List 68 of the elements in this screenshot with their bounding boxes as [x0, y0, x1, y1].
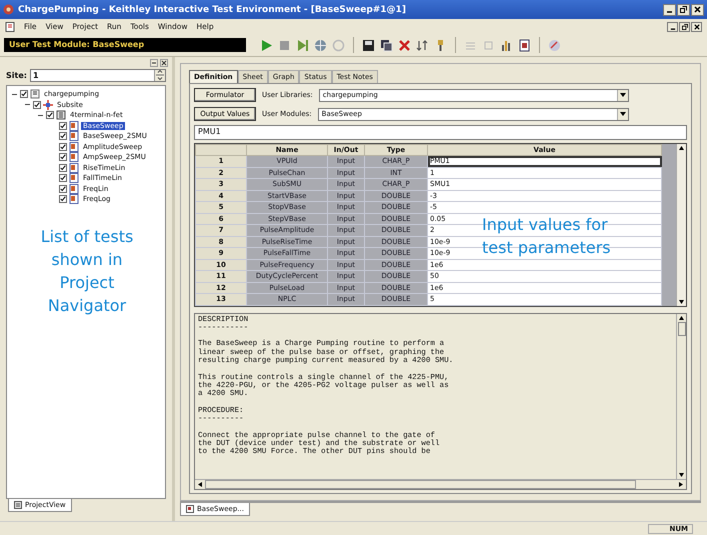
- caret-icon: [620, 112, 626, 116]
- pane-close-button[interactable]: [160, 59, 168, 67]
- delete-icon[interactable]: [398, 38, 411, 52]
- restore-button[interactable]: [679, 22, 690, 32]
- module-name-field[interactable]: PMU1: [194, 125, 687, 140]
- close-button[interactable]: [691, 22, 702, 32]
- scrollbar[interactable]: [676, 144, 686, 306]
- document-icon: [69, 152, 79, 162]
- close-icon: [161, 60, 167, 66]
- scrollbar[interactable]: [676, 314, 686, 479]
- checkbox[interactable]: [59, 142, 67, 151]
- minimize-button[interactable]: [663, 4, 676, 16]
- step-icon[interactable]: [296, 38, 309, 52]
- checkbox[interactable]: [59, 164, 67, 172]
- checkbox[interactable]: [59, 132, 67, 140]
- checkbox[interactable]: [20, 90, 28, 98]
- checkbox[interactable]: [59, 174, 67, 182]
- module-display: User Test Module: BaseSweep: [4, 38, 246, 52]
- document-icon: [69, 194, 79, 204]
- document-menu-icon[interactable]: [5, 22, 15, 32]
- callout-text: Input values for test parameters: [482, 214, 612, 259]
- app-icon: [3, 4, 14, 15]
- scroll-up-icon[interactable]: [679, 146, 684, 150]
- checkbox[interactable]: [59, 184, 67, 193]
- checkbox[interactable]: [59, 195, 67, 204]
- checkbox[interactable]: [46, 111, 54, 120]
- document-icon: [69, 184, 79, 194]
- document-icon: [69, 131, 79, 142]
- checkbox[interactable]: [33, 100, 41, 109]
- horizontal-scrollbar[interactable]: [195, 479, 686, 489]
- document-icon: [69, 142, 79, 152]
- list-icon: [14, 501, 22, 509]
- list-icon: [56, 110, 66, 120]
- chart-icon[interactable]: [500, 38, 513, 52]
- close-icon: [694, 6, 701, 13]
- callout-text: List of tests shown in Project Navigator: [40, 226, 134, 317]
- site-label: Site:: [6, 70, 27, 80]
- document-icon[interactable]: [518, 38, 531, 52]
- project-icon: [30, 89, 40, 100]
- document-icon: [69, 162, 79, 173]
- play-icon[interactable]: [260, 38, 273, 52]
- scroll-down-icon[interactable]: [679, 300, 684, 304]
- caret-icon: [620, 93, 626, 97]
- site-spin-field[interactable]: 1: [30, 68, 166, 82]
- close-icon: [694, 24, 700, 30]
- scroll-left-icon[interactable]: [198, 482, 202, 487]
- checkbox[interactable]: [59, 153, 67, 162]
- scroll-down-icon[interactable]: [679, 473, 684, 477]
- document-icon: [186, 505, 194, 513]
- window-title: ChargePumping - Keithley Interactive Test Environment - [BaseSweep#1@1]: [18, 4, 407, 14]
- scroll-up-icon[interactable]: [679, 316, 684, 320]
- checkbox[interactable]: [59, 122, 67, 130]
- minimize-icon: [151, 60, 157, 66]
- minimize-button[interactable]: [667, 22, 678, 32]
- save-icon[interactable]: [362, 38, 375, 52]
- restore-button[interactable]: [677, 4, 690, 16]
- spin-arrows-icon[interactable]: [156, 68, 164, 82]
- pane-pin-button[interactable]: [150, 59, 158, 67]
- restore-icon: [682, 24, 688, 30]
- copy-icon[interactable]: [380, 38, 393, 52]
- scroll-right-icon[interactable]: [679, 482, 683, 487]
- document-icon: [69, 173, 79, 184]
- close-button[interactable]: [691, 4, 704, 16]
- document-icon: [69, 120, 79, 131]
- restore-icon: [680, 6, 687, 13]
- globe-icon[interactable]: [314, 38, 327, 52]
- cross-icon: [43, 100, 53, 110]
- sort-icon[interactable]: [416, 38, 429, 52]
